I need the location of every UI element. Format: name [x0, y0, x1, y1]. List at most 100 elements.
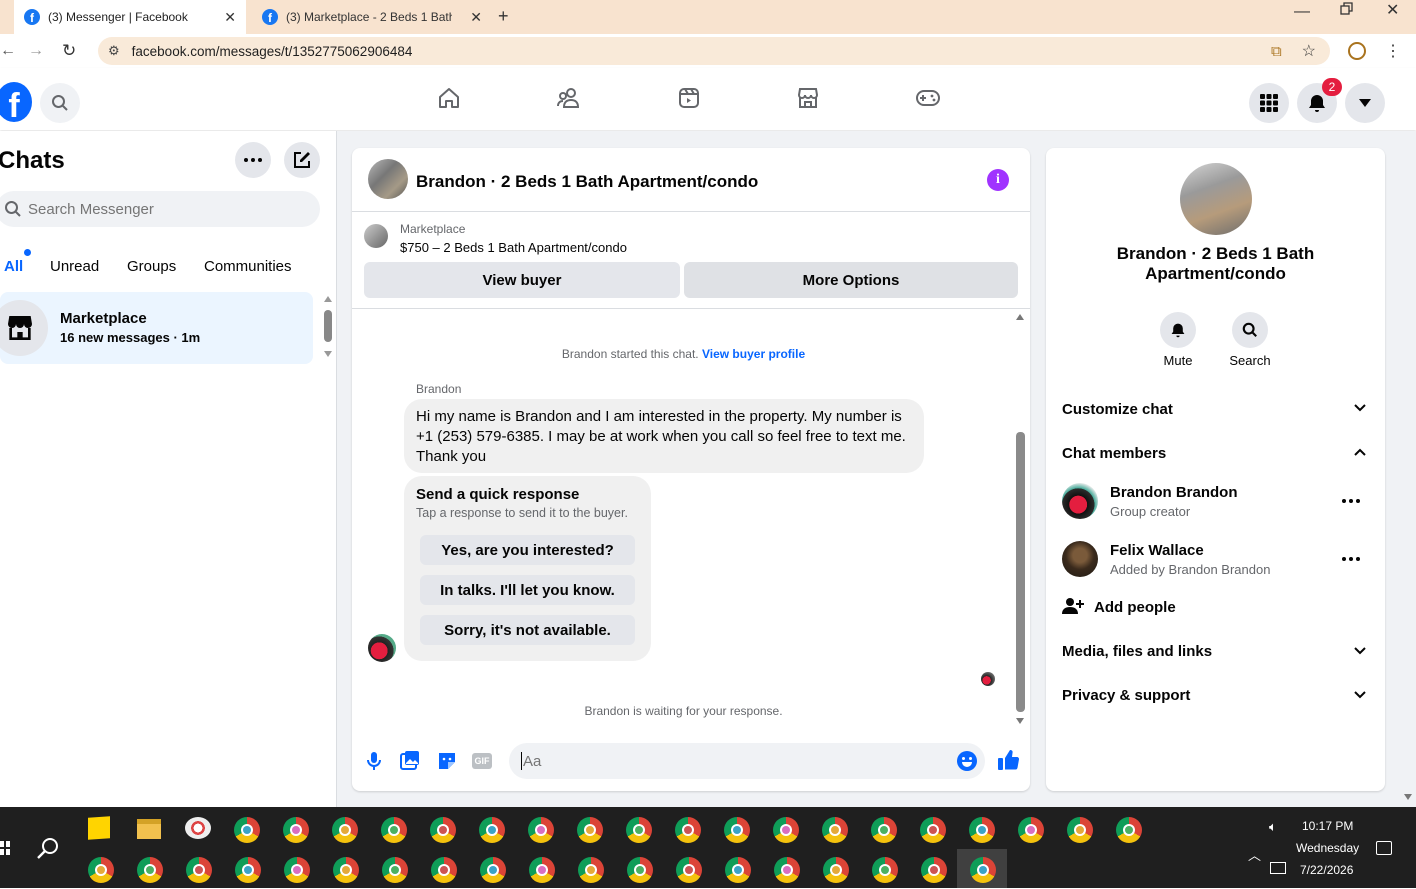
menu-grid-icon[interactable]: [1249, 83, 1289, 123]
add-person-icon[interactable]: [1062, 597, 1084, 615]
filter-communities[interactable]: Communities: [204, 258, 292, 275]
member-name[interactable]: Brandon Brandon: [1110, 484, 1238, 501]
chrome-icon[interactable]: [872, 857, 898, 883]
photo-icon[interactable]: [400, 750, 420, 770]
gaming-icon[interactable]: [908, 78, 948, 118]
chrome-icon[interactable]: [234, 817, 260, 843]
sticker-icon[interactable]: [437, 751, 457, 771]
chrome-icon[interactable]: [626, 817, 652, 843]
video-icon[interactable]: [669, 78, 709, 118]
chrome-icon[interactable]: [725, 857, 751, 883]
chat-avatar[interactable]: [368, 159, 408, 199]
marketplace-icon[interactable]: [788, 78, 828, 118]
site-info-icon[interactable]: ⚙: [108, 43, 120, 59]
install-app-icon[interactable]: ⧉: [1271, 43, 1282, 60]
chrome-icon[interactable]: [774, 857, 800, 883]
search-label[interactable]: Search: [1220, 353, 1280, 368]
chevron-down-icon[interactable]: [1354, 404, 1366, 412]
info-icon[interactable]: i: [987, 169, 1009, 191]
chrome-icon[interactable]: [1116, 817, 1142, 843]
network-icon[interactable]: [1270, 862, 1286, 874]
member-options-icon[interactable]: [1342, 557, 1360, 561]
chrome-icon[interactable]: [479, 817, 505, 843]
scroll-down-icon[interactable]: [324, 351, 332, 357]
quick-response-button[interactable]: Sorry, it's not available.: [420, 615, 635, 645]
chevron-up-icon[interactable]: [1354, 448, 1366, 456]
sender-avatar[interactable]: [368, 634, 396, 662]
clock-day[interactable]: Wednesday: [1296, 841, 1359, 855]
search-in-chat-icon[interactable]: [1232, 312, 1268, 348]
chrome-icon[interactable]: [430, 817, 456, 843]
mute-bell-icon[interactable]: [1160, 312, 1196, 348]
search-icon[interactable]: [40, 83, 80, 123]
browser-menu-icon[interactable]: ⋮: [1385, 41, 1401, 61]
chrome-icon[interactable]: [333, 857, 359, 883]
restore-icon[interactable]: [1340, 2, 1354, 16]
filter-all[interactable]: All: [4, 258, 23, 275]
message-composer[interactable]: [509, 743, 985, 779]
chrome-icon[interactable]: [1067, 817, 1093, 843]
home-icon[interactable]: [429, 78, 469, 118]
tab-messenger[interactable]: f (3) Messenger | Facebook ✕: [14, 0, 246, 34]
omnibox[interactable]: ⚙ facebook.com/messages/t/13527750629064…: [98, 37, 1330, 65]
clock-date[interactable]: 7/22/2026: [1300, 863, 1353, 877]
new-tab-button[interactable]: +: [498, 6, 509, 27]
reload-icon[interactable]: ↻: [62, 41, 76, 61]
paint-icon[interactable]: [185, 817, 211, 839]
chrome-icon[interactable]: [675, 817, 701, 843]
close-tab-icon[interactable]: ✕: [224, 9, 236, 26]
page-scroll-down-icon[interactable]: [1404, 794, 1412, 800]
chrome-icon[interactable]: [332, 817, 358, 843]
chrome-icon[interactable]: [88, 857, 114, 883]
quick-response-button[interactable]: In talks. I'll let you know.: [420, 575, 635, 605]
minimize-icon[interactable]: —: [1294, 3, 1310, 21]
member-avatar[interactable]: [1062, 483, 1098, 519]
message-bubble[interactable]: Hi my name is Brandon and I am intereste…: [404, 399, 924, 473]
view-buyer-profile-link[interactable]: View buyer profile: [702, 347, 805, 361]
close-tab-icon[interactable]: ✕: [470, 9, 482, 26]
chrome-icon[interactable]: [823, 857, 849, 883]
chrome-icon[interactable]: [773, 817, 799, 843]
privacy-support-section[interactable]: Privacy & support: [1062, 687, 1190, 704]
emoji-icon[interactable]: [957, 751, 977, 771]
chrome-icon[interactable]: [186, 857, 212, 883]
chrome-icon[interactable]: [822, 817, 848, 843]
more-options-icon[interactable]: [235, 142, 271, 178]
message-input[interactable]: [523, 752, 943, 770]
chrome-icon[interactable]: [577, 817, 603, 843]
chrome-icon[interactable]: [381, 817, 407, 843]
filter-groups[interactable]: Groups: [127, 258, 176, 275]
gif-icon[interactable]: GIF: [472, 753, 492, 769]
chrome-icon[interactable]: [137, 857, 163, 883]
chrome-icon[interactable]: [1018, 817, 1044, 843]
member-name[interactable]: Felix Wallace: [1110, 542, 1204, 559]
listing-price-title[interactable]: $750 – 2 Beds 1 Bath Apartment/condo: [400, 240, 627, 255]
chrome-icon[interactable]: [578, 857, 604, 883]
listing-avatar[interactable]: [1180, 163, 1252, 235]
chrome-icon[interactable]: [235, 857, 261, 883]
chrome-icon[interactable]: [920, 817, 946, 843]
clock-time[interactable]: 10:17 PM: [1302, 819, 1353, 833]
chrome-icon[interactable]: [431, 857, 457, 883]
quick-response-button[interactable]: Yes, are you interested?: [420, 535, 635, 565]
search-messenger-input[interactable]: [28, 200, 308, 218]
scroll-down-icon[interactable]: [1016, 718, 1024, 724]
account-menu-icon[interactable]: [1345, 83, 1385, 123]
show-hidden-icons[interactable]: ︿: [1248, 845, 1261, 864]
sidebar-scrollbar[interactable]: [324, 310, 332, 342]
file-explorer-icon[interactable]: [137, 819, 161, 839]
chat-scrollbar[interactable]: [1016, 432, 1025, 712]
chat-title[interactable]: Brandon · 2 Beds 1 Bath Apartment/condo: [416, 172, 758, 192]
filter-unread[interactable]: Unread: [50, 258, 99, 275]
chrome-icon[interactable]: [724, 817, 750, 843]
add-people-button[interactable]: Add people: [1094, 599, 1176, 616]
chrome-icon[interactable]: [871, 817, 897, 843]
chrome-icon[interactable]: [283, 817, 309, 843]
view-buyer-button[interactable]: View buyer: [364, 262, 680, 298]
search-messenger-field[interactable]: [0, 191, 320, 227]
scroll-up-icon[interactable]: [324, 296, 332, 302]
microphone-icon[interactable]: [366, 751, 382, 771]
chrome-icon[interactable]: [970, 857, 996, 883]
notification-center-icon[interactable]: [1376, 841, 1392, 855]
chrome-icon[interactable]: [969, 817, 995, 843]
